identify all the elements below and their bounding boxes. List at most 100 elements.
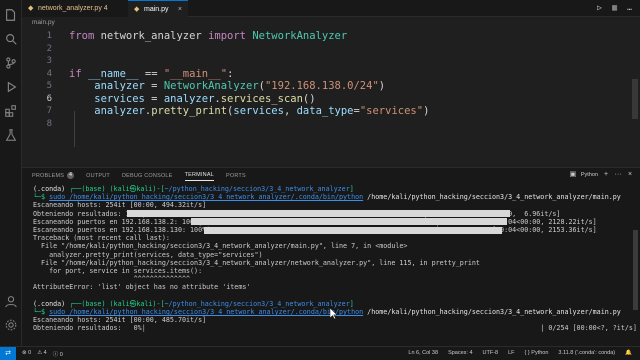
split-editor-icon[interactable]: ▥ [610,3,619,12]
code-token: , [283,105,297,117]
run-debug-icon[interactable] [4,80,18,94]
code-token: pretty_print [151,105,228,117]
close-tab-icon[interactable]: × [178,6,182,13]
terminal-line: └─$ sudo /home/kali/python_hacking/secci… [33,193,621,201]
terminal-shell-icon: ▣ [569,171,577,178]
code-token: data_type [296,105,354,117]
testing-icon[interactable] [4,128,18,142]
run-file-icon[interactable]: ▷ [595,3,604,12]
encoding[interactable]: UTF-8 [483,350,499,356]
code-token: ) [423,105,430,117]
panel-tab-terminal[interactable]: TERMINAL [184,171,214,181]
code-token: __name__ [87,67,139,80]
panel-tab-debug-console[interactable]: DEBUG CONSOLE [122,171,173,181]
line-number: 1 [46,31,52,41]
terminal-scrollbar-thumb[interactable] [633,230,638,310]
terminal-shell-label[interactable]: Python [581,172,598,178]
editor-scrollbar-track[interactable] [620,17,640,167]
search-icon[interactable] [4,32,18,46]
code-line[interactable]: from network_analyzer import NetworkAnal… [69,30,347,42]
panel-tab-output[interactable]: OUTPUT [86,171,110,181]
panel-tab-label: PROBLEMS [32,172,65,179]
cursor-position[interactable]: Ln 6, Col 38 [408,350,438,356]
editor-scrollbar-thumb[interactable] [632,79,638,119]
terminal-line: AttributeError: 'list' object has no att… [33,283,250,291]
source-control-icon[interactable] [4,56,18,70]
problems-count-badge: 4 [67,172,75,179]
terminal-text: ┌──(base) (kali㉿kali)-[ [69,299,165,308]
more-actions-icon[interactable]: … [625,3,634,12]
notifications-bell-icon[interactable]: 🔔 [625,350,632,356]
extensions-icon[interactable] [4,104,18,118]
progress-bar-fill [191,218,507,226]
panel-tab-label: TERMINAL [184,172,214,178]
code-token: from [69,30,101,42]
end-of-line[interactable]: LF [508,350,514,356]
python-interpreter[interactable]: 3.11.8 ('.conda': conda) [558,350,615,356]
terminal-text: ~/python_hacking/seccion3/3_4_network_an… [164,185,350,193]
terminal-text: └─$ [33,308,50,316]
code-token: import [208,30,253,42]
python-file-icon: ◆ [134,5,140,13]
new-terminal-icon[interactable]: + [602,171,610,179]
indentation[interactable]: Spaces: 4 [448,350,472,356]
code-token: "services" [359,105,424,117]
remote-indicator-icon[interactable]: ⇄ [0,347,16,360]
terminal-line: └─$ sudo /home/kali/python_hacking/secci… [33,308,621,316]
code-line[interactable]: if __name__ == "__main__": [69,68,233,80]
panel-tab-label: OUTPUT [86,172,110,179]
code-token: NetworkAnalyzer [252,30,348,42]
panel-tab-ports[interactable]: PORTS [226,171,246,181]
info-count[interactable]: ⓘ 0 [53,350,63,358]
breadcrumb-file[interactable]: main.py [32,19,55,26]
tab-main[interactable]: ◆ main.py × [128,0,188,17]
code-token: services [69,92,145,105]
code-line[interactable]: analyzer.pretty_print(services, data_typ… [69,105,429,117]
tab-label: main.py [144,5,169,13]
panel-tab-problems[interactable]: PROBLEMS 4 [32,171,75,181]
terminal-line: for port, service in services.items(): [33,267,202,275]
close-panel-icon[interactable]: × [626,171,634,179]
account-icon[interactable] [4,294,18,308]
terminal-text: ] [349,299,354,308]
editor-actions: ▷ ▥ … [595,3,634,12]
terminal-line: File "/home/kali/python_hacking/seccion3… [33,259,480,267]
panel-tab-label: DEBUG CONSOLE [121,172,173,179]
bottom-panel: PROBLEMS 4 OUTPUT DEBUG CONSOLE TERMINAL PORT… [22,167,640,347]
settings-gear-icon[interactable] [4,318,18,332]
terminal-line: ^^^^^^^^^^^^^^ [33,275,190,283]
code-editor[interactable]: 1 2 3 4 5 6 7 8 from network_analyzer import Ne… [22,27,620,162]
breadcrumb[interactable]: main.py [32,19,55,26]
code-token: "192.168.138.0/24" [264,80,379,92]
terminal-text: AttributeError: 'list' object has no att… [33,283,251,292]
line-number: 2 [46,43,52,54]
explorer-icon[interactable] [4,8,18,22]
errors-count[interactable]: ⊗ 0 [22,350,31,358]
code-token: "__main__" [163,67,228,80]
line-number: 5 [46,81,52,91]
python-file-icon: ◆ [28,5,34,12]
code-token: services [233,105,284,117]
terminal-line: Escaneando hosts: 254it [00:00, 494.32it… [33,201,206,209]
terminal-text: Escaneando puertos en 192.168.138.130: 1… [33,226,211,234]
panel-actions: ▣ Python + ··· × [569,171,634,179]
status-left: ⊗ 0 ⚠ 4 ⓘ 0 [22,350,63,358]
more-actions-icon[interactable]: ··· [614,171,622,179]
terminal-text: Traceback (most recent call last): [33,234,170,243]
warnings-count[interactable]: ⚠ 4 [37,350,47,358]
terminal-text: Obteniendo resultados: 0%| [33,324,146,333]
terminal-text: Escaneando hosts: 254it [00:00, 494.32it… [33,201,207,210]
tab-network-analyzer[interactable]: ◆ network_analyzer.py 4 [22,0,128,17]
code-token: analyzer [69,105,145,117]
code-token: = [144,92,164,105]
code-token: network_analyzer [100,30,209,42]
language-mode[interactable]: { } Python [525,350,549,356]
code-line[interactable]: analyzer = NetworkAnalyzer("192.168.138.… [69,80,385,92]
terminal-text[interactable]: sudo /home/kali/python_hacking/seccion3/… [49,193,363,201]
status-right: Ln 6, Col 38 Spaces: 4 UTF-8 LF { } Pyth… [408,350,632,356]
code-token: analyzer [69,80,145,92]
terminal-line: (.conda) ┌──(base) (kali㉿kali)-[~/python… [33,185,354,193]
terminal-text[interactable]: sudo /home/kali/python_hacking/seccion3/… [49,308,363,316]
code-line[interactable]: services = analyzer.services_scan() [69,92,315,105]
